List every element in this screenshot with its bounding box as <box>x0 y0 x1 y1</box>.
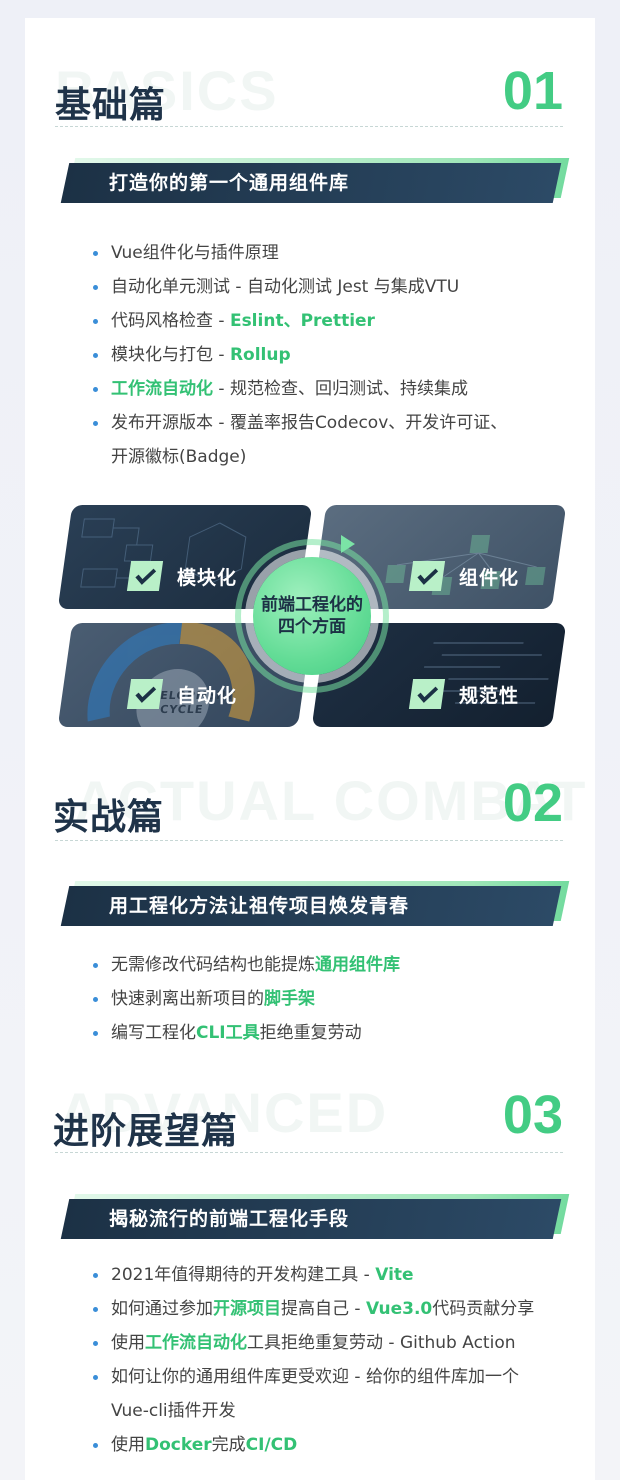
quadrant-label: 组件化 <box>459 566 520 589</box>
list-item: 工作流自动化 - 规范检查、回归测试、持续集成 <box>93 372 573 406</box>
check-icon <box>408 561 446 591</box>
section-divider <box>55 840 563 841</box>
quadrant-label: 规范性 <box>459 684 520 707</box>
list-item: 如何让你的通用组件库更受欢迎 - 给你的组件库加一个 Vue-cli插件开发 <box>93 1360 573 1428</box>
section-number: 01 <box>502 61 563 121</box>
quadrant-item: 模块化 <box>126 561 238 591</box>
list-item: 自动化单元测试 - 自动化测试 Jest 与集成VTU <box>93 270 573 304</box>
list-item: 使用Docker完成CI/CD <box>93 1428 573 1462</box>
section-title: 基础篇 <box>55 85 167 126</box>
section-number: 02 <box>502 773 563 833</box>
list-item: 如何通过参加开源项目提高自己 - Vue3.0代码贡献分享 <box>93 1292 573 1326</box>
quadrant-item: 组件化 <box>408 561 520 591</box>
list-item: 代码风格检查 - Eslint、Prettier <box>93 304 573 338</box>
center-text: 前端工程化的 <box>261 595 363 615</box>
ring-arrow-icon <box>341 535 355 553</box>
quadrant-item: 自动化 <box>126 679 238 709</box>
list-item: 编写工程化CLI工具拒绝重复劳动 <box>93 1016 573 1050</box>
list-item: 快速剥离出新项目的脚手架 <box>93 982 573 1016</box>
banner-text: 用工程化方法让祖传项目焕发青春 <box>109 895 410 917</box>
section-banner: 用工程化方法让祖传项目焕发青春 <box>60 881 570 927</box>
list-item: 使用工作流自动化工具拒绝重复劳动 - Github Action <box>93 1326 573 1360</box>
section-banner: 揭秘流行的前端工程化手段 <box>60 1194 570 1240</box>
center-text: 四个方面 <box>278 617 346 637</box>
section-banner: 打造你的第一个通用组件库 <box>60 158 570 204</box>
list-item: 发布开源版本 - 覆盖率报告Codecov、开发许可证、 开源徽标(Badge) <box>93 406 573 474</box>
center-circle: 前端工程化的 四个方面 <box>253 557 371 675</box>
section-title: 实战篇 <box>53 797 165 838</box>
topic-list: 无需修改代码结构也能提炼通用组件库 快速剥离出新项目的脚手架 编写工程化CLI工… <box>93 948 573 1050</box>
topic-list: Vue组件化与插件原理 自动化单元测试 - 自动化测试 Jest 与集成VTU … <box>93 236 573 474</box>
list-item: 模块化与打包 - Rollup <box>93 338 573 372</box>
section-number: 03 <box>502 1085 563 1145</box>
check-icon <box>126 561 164 591</box>
four-aspects-diagram: DEVELOPMENT CYCLE 模块化 组件化 自动化 规范性 前端工程化的… <box>57 505 567 735</box>
article-card: BASICS 基础篇 01 打造你的第一个通用组件库 Vue组件化与插件原理 自… <box>25 18 595 1480</box>
banner-text: 揭秘流行的前端工程化手段 <box>109 1208 350 1230</box>
banner-text: 打造你的第一个通用组件库 <box>109 172 350 194</box>
quadrant-label: 自动化 <box>177 684 238 707</box>
quadrant-item: 规范性 <box>408 679 520 709</box>
list-item: 无需修改代码结构也能提炼通用组件库 <box>93 948 573 982</box>
list-item: 2021年值得期待的开发构建工具 - Vite <box>93 1258 573 1292</box>
check-icon <box>126 679 164 709</box>
quadrant-label: 模块化 <box>177 566 238 589</box>
section-title: 进阶展望篇 <box>53 1111 239 1152</box>
topic-list: 2021年值得期待的开发构建工具 - Vite 如何通过参加开源项目提高自己 -… <box>93 1258 573 1462</box>
check-icon <box>408 679 446 709</box>
list-item: Vue组件化与插件原理 <box>93 236 573 270</box>
